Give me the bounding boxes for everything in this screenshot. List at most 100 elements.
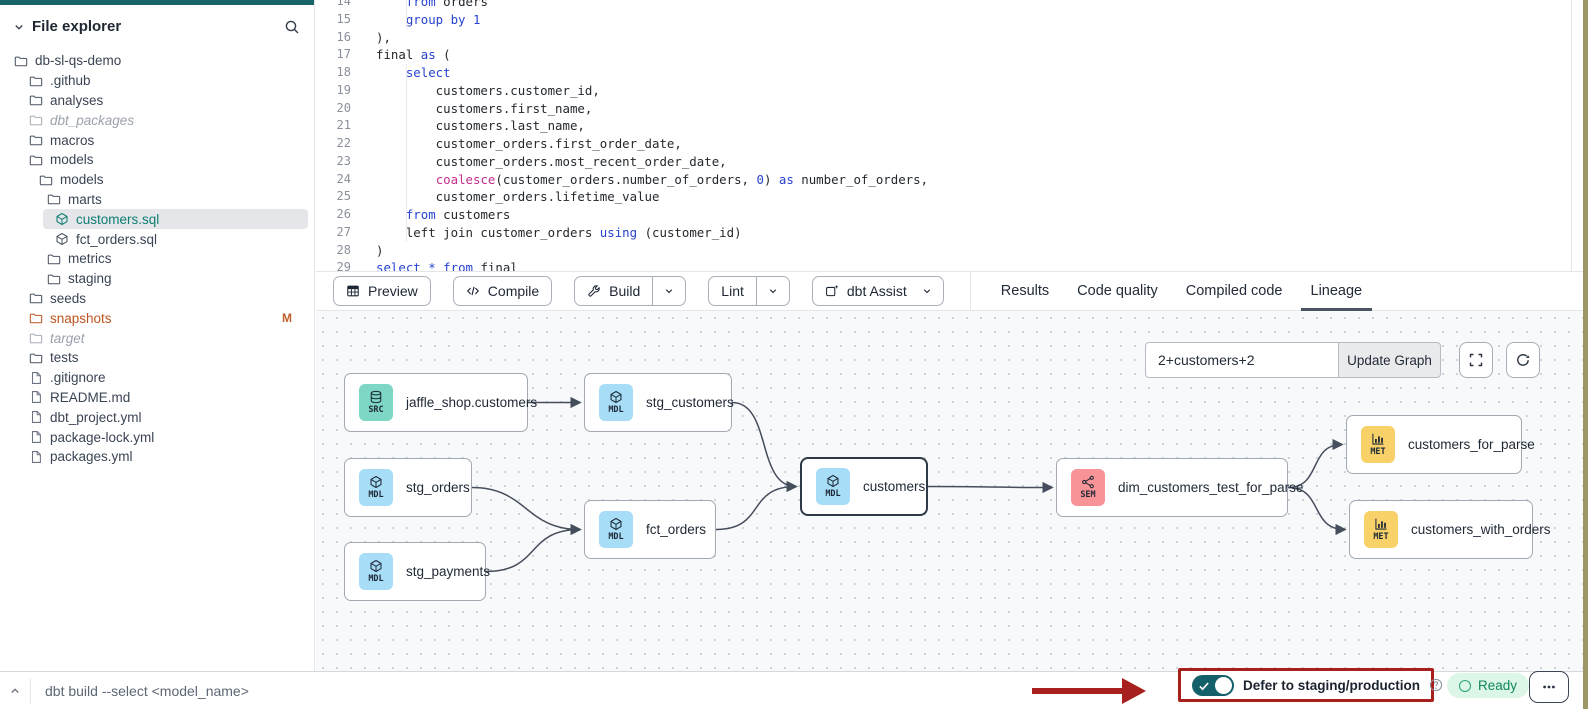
code-text: select * from final <box>376 259 518 271</box>
dbt-assist-button[interactable]: dbt Assist <box>812 276 944 306</box>
defer-toggle[interactable] <box>1192 675 1234 696</box>
build-button[interactable]: Build <box>575 277 652 305</box>
build-label: Build <box>609 283 640 299</box>
graph-selector-input[interactable] <box>1145 342 1338 378</box>
search-icon[interactable] <box>284 19 300 35</box>
folder-icon <box>29 113 43 127</box>
tree-item-staging[interactable]: staging <box>0 269 314 289</box>
tree-item-label: README.md <box>50 390 130 405</box>
build-dropdown[interactable] <box>652 277 685 305</box>
lint-dropdown[interactable] <box>756 277 789 305</box>
lint-split-button: Lint <box>708 276 790 306</box>
line-number: 26 <box>316 206 351 224</box>
tree-item--github[interactable]: .github <box>0 71 314 91</box>
table-icon <box>346 284 360 298</box>
tab-results[interactable]: Results <box>987 271 1063 311</box>
code-line-23: 23 customer_orders.most_recent_order_dat… <box>316 153 1588 171</box>
lineage-node-fct-orders[interactable]: MDLfct_orders <box>584 500 716 559</box>
line-number: 22 <box>316 135 351 153</box>
graph-selector-group: Update Graph <box>1145 342 1441 378</box>
preview-button[interactable]: Preview <box>333 276 431 306</box>
tree-item-analyses[interactable]: analyses <box>0 91 314 111</box>
lineage-node-jaffle-shop-customers[interactable]: SRCjaffle_shop.customers <box>344 373 528 432</box>
edge-cust-to-dim <box>928 487 1052 488</box>
lint-button[interactable]: Lint <box>709 277 756 305</box>
code-line-28: 28) <box>316 242 1588 260</box>
tree-item-marts[interactable]: marts <box>0 190 314 210</box>
tree-item-db-sl-qs-demo[interactable]: db-sl-qs-demo <box>0 51 314 71</box>
code-text: customers.customer_id, <box>376 82 600 100</box>
tab-lineage[interactable]: Lineage <box>1297 271 1377 311</box>
tree-item-models[interactable]: models <box>0 150 314 170</box>
line-number: 19 <box>316 82 351 100</box>
folder-icon <box>29 93 43 107</box>
help-icon[interactable] <box>1429 678 1443 692</box>
tree-item-label: .github <box>50 73 91 88</box>
tree-item-package-lock-yml[interactable]: package-lock.yml <box>0 427 314 447</box>
line-number: 20 <box>316 100 351 118</box>
tab-compiled-code[interactable]: Compiled code <box>1172 271 1297 311</box>
code-text: customers.first_name, <box>376 100 592 118</box>
node-label: customers <box>863 479 925 494</box>
chevron-up-icon <box>8 684 22 698</box>
code-editor[interactable]: 14 from orders15 group by 116),17final a… <box>316 0 1588 271</box>
line-number: 27 <box>316 224 351 242</box>
build-split-button: Build <box>574 276 686 306</box>
tree-item-dbt-project-yml[interactable]: dbt_project.yml <box>0 407 314 427</box>
lineage-node-stg-customers[interactable]: MDLstg_customers <box>584 373 732 432</box>
node-label: customers_with_orders <box>1411 522 1551 537</box>
tree-item-fct-orders-sql[interactable]: fct_orders.sql <box>0 229 314 249</box>
cube-icon <box>55 212 69 226</box>
refresh-button[interactable] <box>1506 342 1540 378</box>
line-number: 24 <box>316 171 351 189</box>
lineage-node-dim-customers-test-for-parse[interactable]: SEMdim_customers_test_for_parse <box>1056 458 1288 517</box>
tree-item-models[interactable]: models <box>0 170 314 190</box>
tree-item-dbt-packages[interactable]: dbt_packages <box>0 110 314 130</box>
tree-item-macros[interactable]: macros <box>0 130 314 150</box>
tree-item--gitignore[interactable]: .gitignore <box>0 368 314 388</box>
update-graph-button[interactable]: Update Graph <box>1338 342 1441 378</box>
tree-item-metrics[interactable]: metrics <box>0 249 314 269</box>
lineage-node-customers-with-orders[interactable]: METcustomers_with_orders <box>1349 500 1533 559</box>
compile-button[interactable]: Compile <box>453 276 552 306</box>
edge-fctord-to-cust <box>716 487 796 530</box>
tree-item-label: models <box>60 172 104 187</box>
tree-item-readme-md[interactable]: README.md <box>0 388 314 408</box>
line-number: 28 <box>316 242 351 260</box>
cube-icon <box>369 559 383 573</box>
fullscreen-button[interactable] <box>1459 342 1493 378</box>
tree-item-label: macros <box>50 133 94 148</box>
code-text: from orders <box>376 0 488 11</box>
folder-icon <box>29 311 43 325</box>
tree-item-customers-sql[interactable]: customers.sql <box>0 209 314 229</box>
lint-label: Lint <box>721 283 744 299</box>
defer-label: Defer to staging/production <box>1243 678 1420 693</box>
tree-item-tests[interactable]: tests <box>0 348 314 368</box>
tree-item-seeds[interactable]: seeds <box>0 289 314 309</box>
lineage-node-customers[interactable]: MDLcustomers <box>800 457 928 516</box>
file-explorer-sidebar: File explorer db-sl-qs-demo .github analys… <box>0 0 315 671</box>
more-options-button[interactable] <box>1529 671 1569 703</box>
lineage-node-customers-for-parse[interactable]: METcustomers_for_parse <box>1346 415 1522 474</box>
tree-item-target[interactable]: target <box>0 328 314 348</box>
chevron-down-icon[interactable] <box>12 20 26 34</box>
node-badge-sem: SEM <box>1071 469 1105 506</box>
line-number: 15 <box>316 11 351 29</box>
node-label: fct_orders <box>646 522 706 537</box>
tree-item-snapshots[interactable]: snapshotsM <box>0 308 314 328</box>
node-badge-mdl: MDL <box>359 469 393 506</box>
command-bar-expand-button[interactable] <box>0 684 30 698</box>
annotation-arrow <box>1032 678 1146 704</box>
tab-code-quality[interactable]: Code quality <box>1063 271 1172 311</box>
code-line-19: 19 customers.customer_id, <box>316 82 1588 100</box>
lineage-node-stg-orders[interactable]: MDLstg_orders <box>344 458 472 517</box>
tree-item-label: models <box>50 152 94 167</box>
code-text: select <box>376 64 451 82</box>
code-line-17: 17final as ( <box>316 46 1588 64</box>
edge-stgord-to-fctord <box>472 488 580 530</box>
db-icon <box>369 390 383 404</box>
lineage-node-stg-payments[interactable]: MDLstg_payments <box>344 542 486 601</box>
tree-item-label: analyses <box>50 93 103 108</box>
file-explorer-header: File explorer <box>0 5 314 43</box>
tree-item-packages-yml[interactable]: packages.yml <box>0 447 314 467</box>
